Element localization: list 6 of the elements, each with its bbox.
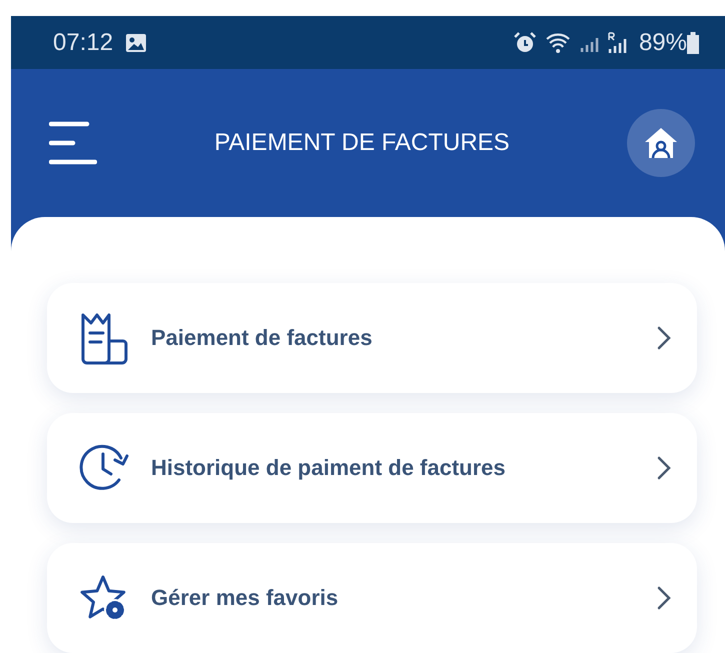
menu-card[interactable]: Gérer mes favoris	[47, 543, 697, 653]
menu-card[interactable]: Paiement de factures	[47, 283, 697, 393]
battery-percentage: 89%	[638, 28, 687, 57]
menu-card[interactable]: Historique de paiment de factures	[47, 413, 697, 523]
page-title: PAIEMENT DE FACTURES	[213, 129, 511, 158]
status-time: 07:12	[53, 28, 114, 57]
